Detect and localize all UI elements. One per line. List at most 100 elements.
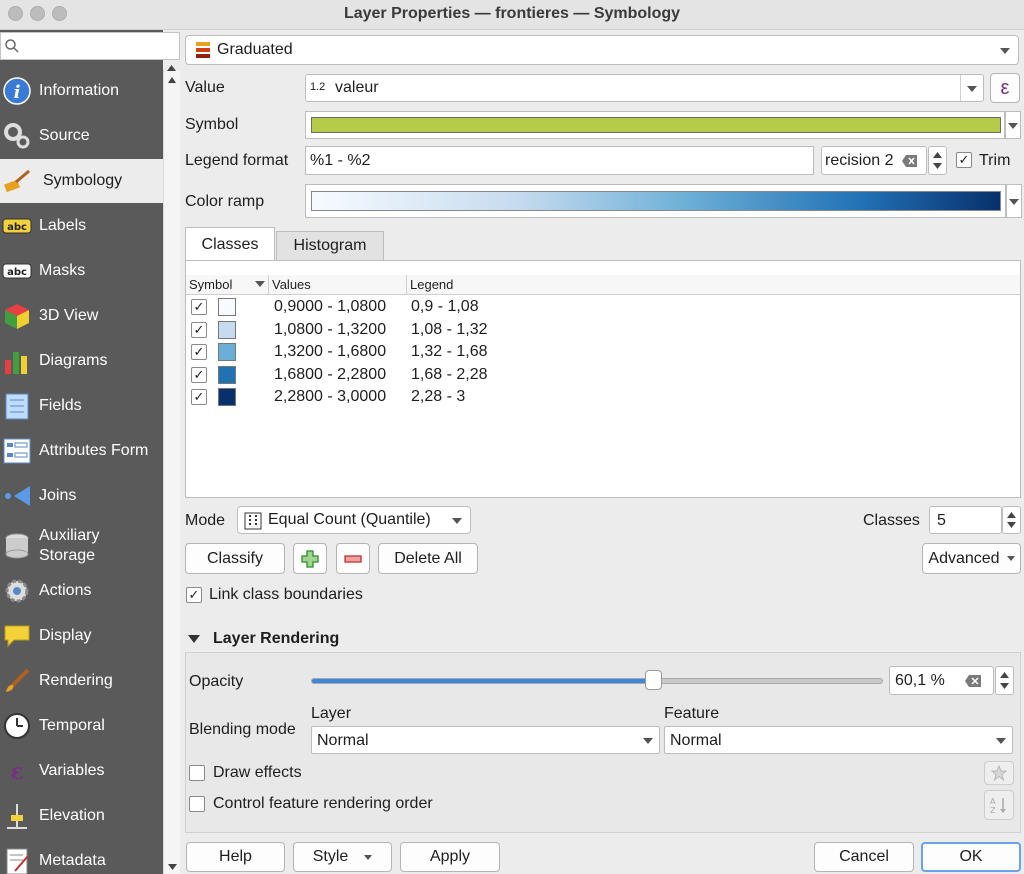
sidebar-item-label: Symbology bbox=[43, 172, 123, 189]
sidebar-item-joins[interactable]: Joins bbox=[0, 474, 163, 518]
classes-stepper[interactable] bbox=[1002, 506, 1021, 534]
color-ramp-button[interactable] bbox=[305, 184, 1006, 218]
symbol-menu-button[interactable] bbox=[1005, 111, 1021, 139]
sidebar-item-masks[interactable]: abc Masks bbox=[0, 249, 163, 293]
class-values[interactable]: 0,9000 - 1,0800 bbox=[274, 298, 386, 316]
remove-class-button[interactable] bbox=[336, 543, 370, 574]
sidebar-item-actions[interactable]: Actions bbox=[0, 569, 163, 613]
sidebar-item-3d-view[interactable]: 3D View bbox=[0, 294, 163, 338]
cancel-button[interactable]: Cancel bbox=[814, 842, 914, 872]
style-button[interactable]: Style bbox=[293, 842, 392, 872]
sidebar-search-input[interactable] bbox=[0, 32, 180, 60]
class-color-swatch[interactable] bbox=[218, 388, 236, 407]
expression-button[interactable]: ε bbox=[990, 73, 1020, 103]
elevation-icon bbox=[0, 799, 34, 833]
table-row[interactable]: ✓ 1,3200 - 1,6800 1,32 - 1,68 bbox=[186, 341, 1020, 364]
masks-icon: abc bbox=[0, 254, 34, 288]
sidebar-item-labels[interactable]: abc Labels bbox=[0, 204, 163, 248]
sidebar-item-source[interactable]: Source bbox=[0, 114, 163, 158]
sidebar-item-variables[interactable]: ε Variables bbox=[0, 749, 163, 793]
stepper-icon bbox=[933, 152, 942, 169]
class-color-swatch[interactable] bbox=[218, 365, 236, 384]
table-row[interactable]: ✓ 1,0800 - 1,3200 1,08 - 1,32 bbox=[186, 319, 1020, 342]
delete-all-button[interactable]: Delete All bbox=[378, 543, 478, 574]
class-legend[interactable]: 1,68 - 2,28 bbox=[411, 366, 488, 384]
sidebar-item-rendering[interactable]: Rendering bbox=[0, 659, 163, 703]
control-order-checkbox[interactable] bbox=[189, 796, 205, 812]
trim-checkbox[interactable]: ✓ bbox=[956, 152, 972, 168]
layer-rendering-title[interactable]: Layer Rendering bbox=[213, 630, 339, 648]
renderer-select[interactable]: Graduated bbox=[185, 35, 1019, 65]
feature-blend-label: Feature bbox=[664, 705, 720, 722]
help-button[interactable]: Help bbox=[186, 842, 285, 872]
numeric-type-icon: 1.2 bbox=[310, 81, 326, 93]
sidebar-item-diagrams[interactable]: Diagrams bbox=[0, 339, 163, 383]
class-values[interactable]: 1,0800 - 1,3200 bbox=[274, 321, 386, 339]
advanced-button[interactable]: Advanced bbox=[922, 543, 1021, 574]
classes-table[interactable]: Symbol Values Legend ✓ 0,9000 - 1,0800 0,9… bbox=[185, 260, 1021, 498]
table-row[interactable]: ✓ 0,9000 - 1,0800 0,9 - 1,08 bbox=[186, 296, 1020, 319]
layer-blend-select[interactable]: Normal bbox=[311, 726, 660, 754]
class-color-swatch[interactable] bbox=[218, 343, 236, 362]
cube-icon bbox=[0, 299, 34, 333]
tab-classes[interactable]: Classes bbox=[185, 227, 275, 261]
sidebar-item-auxiliary-storage[interactable]: Auxiliary Storage bbox=[0, 522, 163, 570]
sidebar-item-elevation[interactable]: Elevation bbox=[0, 794, 163, 838]
sidebar-item-fields[interactable]: Fields bbox=[0, 384, 163, 428]
classes-count-input[interactable]: 5 bbox=[929, 506, 1002, 534]
sidebar-scrollbar[interactable] bbox=[163, 70, 180, 874]
sidebar-item-information[interactable]: i Information bbox=[0, 69, 163, 113]
stepper-icon bbox=[1000, 672, 1009, 689]
effects-settings-button[interactable] bbox=[984, 761, 1014, 785]
class-visible-checkbox[interactable]: ✓ bbox=[191, 344, 207, 361]
scroll-up-arrow[interactable] bbox=[163, 60, 180, 72]
precision-stepper[interactable] bbox=[928, 146, 947, 175]
sidebar-item-symbology[interactable]: Symbology bbox=[0, 159, 163, 203]
order-settings-button[interactable]: AZ bbox=[984, 790, 1014, 820]
feature-blend-select[interactable]: Normal bbox=[664, 726, 1013, 754]
opacity-input[interactable]: 60,1 % bbox=[889, 666, 994, 695]
class-legend[interactable]: 2,28 - 3 bbox=[411, 388, 465, 406]
precision-spinbox[interactable]: recision 2 bbox=[821, 146, 927, 175]
apply-button[interactable]: Apply bbox=[400, 842, 500, 872]
class-visible-checkbox[interactable]: ✓ bbox=[191, 321, 207, 338]
sidebar-item-metadata[interactable]: Metadata bbox=[0, 839, 163, 874]
header-legend[interactable]: Legend bbox=[410, 277, 453, 292]
header-symbol[interactable]: Symbol bbox=[189, 277, 232, 292]
collapse-triangle-icon[interactable] bbox=[186, 632, 202, 651]
class-visible-checkbox[interactable]: ✓ bbox=[191, 366, 207, 383]
legend-format-input[interactable]: %1 - %2 bbox=[305, 146, 814, 175]
table-row[interactable]: ✓ 1,6800 - 2,2800 1,68 - 2,28 bbox=[186, 364, 1020, 387]
sidebar-item-display[interactable]: Display bbox=[0, 614, 163, 658]
clear-icon[interactable] bbox=[965, 675, 981, 687]
sidebar-item-temporal[interactable]: Temporal bbox=[0, 704, 163, 748]
class-values[interactable]: 2,2800 - 3,0000 bbox=[274, 388, 386, 406]
clear-icon[interactable] bbox=[902, 155, 917, 167]
info-icon: i bbox=[0, 74, 34, 108]
value-field-select[interactable]: 1.2 valeur bbox=[305, 74, 984, 102]
classify-button[interactable]: Classify bbox=[185, 543, 285, 574]
color-ramp-menu-button[interactable] bbox=[1006, 184, 1022, 218]
opacity-slider-handle[interactable] bbox=[645, 670, 662, 690]
class-color-swatch[interactable] bbox=[218, 320, 236, 339]
class-values[interactable]: 1,6800 - 2,2800 bbox=[274, 366, 386, 384]
table-row[interactable]: ✓ 2,2800 - 3,0000 2,28 - 3 bbox=[186, 386, 1020, 409]
class-legend[interactable]: 1,08 - 1,32 bbox=[411, 321, 488, 339]
class-color-swatch[interactable] bbox=[218, 298, 236, 317]
class-values[interactable]: 1,3200 - 1,6800 bbox=[274, 343, 386, 361]
ok-button[interactable]: OK bbox=[921, 842, 1021, 872]
draw-effects-checkbox[interactable] bbox=[189, 765, 205, 781]
add-class-button[interactable] bbox=[293, 543, 327, 574]
class-visible-checkbox[interactable]: ✓ bbox=[191, 299, 207, 316]
opacity-stepper[interactable] bbox=[995, 666, 1014, 695]
symbol-button[interactable] bbox=[305, 111, 1005, 139]
header-values[interactable]: Values bbox=[272, 277, 311, 292]
sidebar-item-attributes-form[interactable]: Attributes Form bbox=[0, 429, 163, 473]
class-visible-checkbox[interactable]: ✓ bbox=[191, 389, 207, 406]
class-legend[interactable]: 0,9 - 1,08 bbox=[411, 298, 479, 316]
link-boundaries-checkbox[interactable]: ✓ bbox=[186, 587, 202, 603]
mode-select[interactable]: Equal Count (Quantile) bbox=[237, 506, 471, 534]
tab-histogram[interactable]: Histogram bbox=[276, 231, 384, 261]
class-legend[interactable]: 1,32 - 1,68 bbox=[411, 343, 488, 361]
opacity-slider[interactable] bbox=[311, 678, 883, 684]
